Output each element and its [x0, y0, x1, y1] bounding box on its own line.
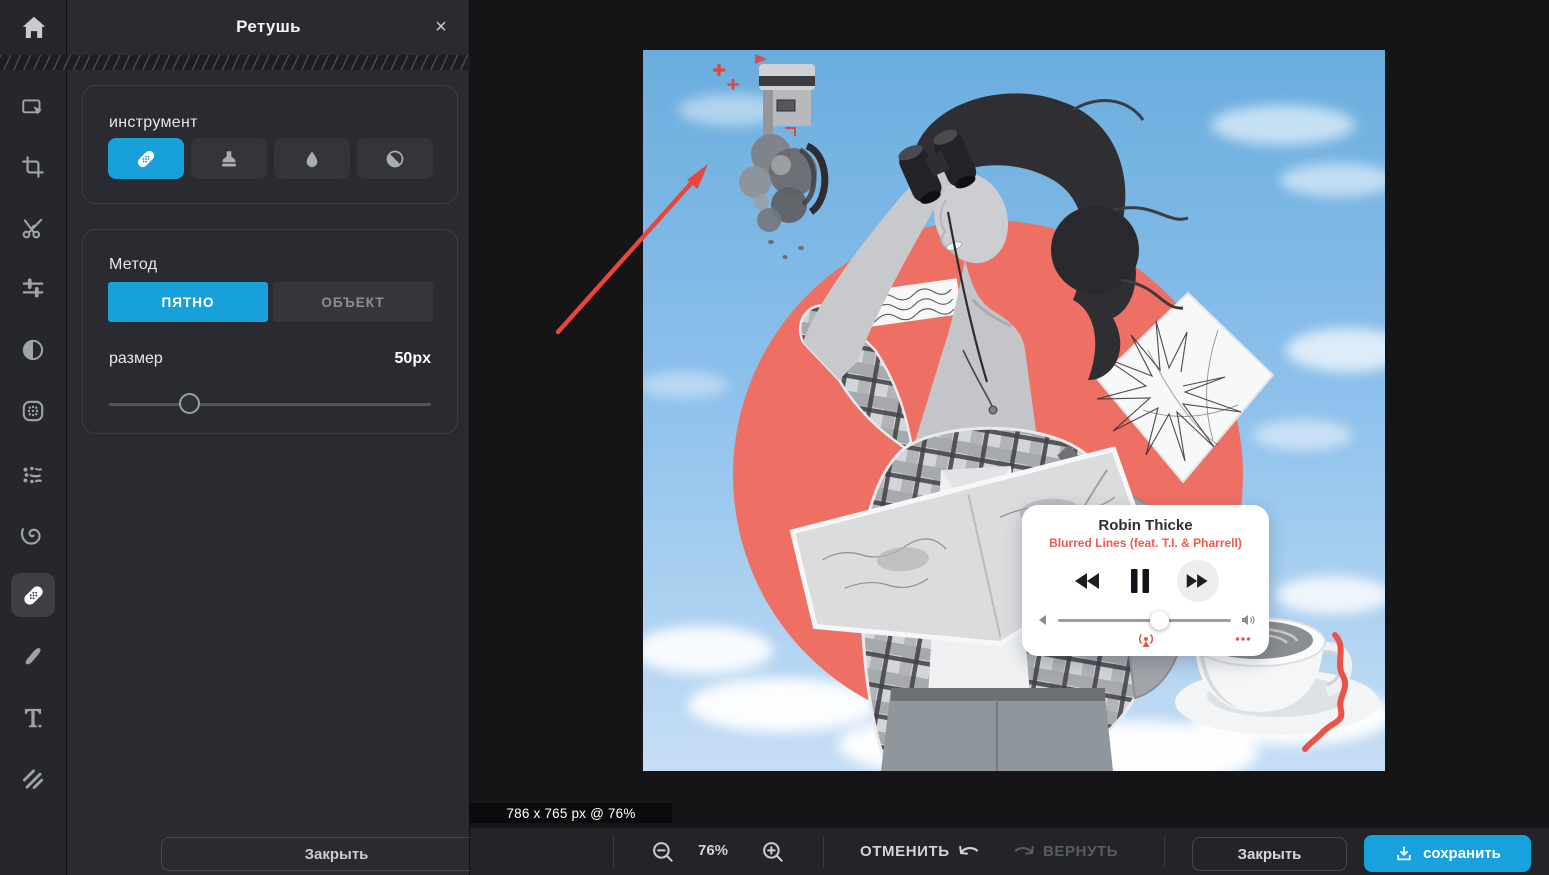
select-icon — [20, 95, 46, 121]
close-editor-button[interactable]: Закрыть — [1192, 837, 1347, 871]
contrast-icon — [20, 337, 46, 363]
tool-dodge-button[interactable] — [357, 138, 433, 179]
player-track: Blurred Lines (feat. T.I. & Pharrell) — [1022, 536, 1269, 550]
panel-header: Ретушь × — [67, 0, 470, 55]
panel-close-action-button[interactable]: Закрыть — [161, 837, 512, 871]
photo-editor-app: Robin Thicke Blurred Lines (feat. T.I. &… — [0, 0, 1549, 875]
zoom-level: 76% — [698, 842, 728, 859]
cut-icon — [20, 215, 46, 241]
volume-thumb[interactable] — [1150, 611, 1169, 630]
slider-thumb[interactable] — [179, 393, 200, 414]
crop-icon — [20, 154, 46, 180]
swirl-icon — [20, 522, 46, 548]
drop-icon — [301, 148, 323, 170]
undo-label: ОТМЕНИТЬ — [860, 843, 950, 860]
bandaid-icon — [134, 147, 158, 171]
redo-icon — [1012, 841, 1036, 861]
method-tab-spot[interactable]: ПЯТНО — [108, 282, 268, 322]
brush-icon — [20, 642, 46, 668]
panel-title: Ретушь — [67, 17, 470, 37]
adjust-icon — [20, 275, 46, 301]
size-slider[interactable] — [109, 393, 431, 415]
download-icon — [1394, 844, 1414, 864]
pause-button[interactable] — [1129, 568, 1151, 594]
sidebar-item-adjust[interactable] — [11, 266, 55, 310]
undo-icon — [957, 841, 981, 861]
noise-icon — [20, 398, 46, 424]
disperse-icon — [20, 462, 46, 488]
close-icon: × — [435, 16, 447, 38]
sidebar-item-cut[interactable] — [11, 206, 55, 250]
panel-close-button[interactable]: × — [428, 14, 454, 40]
size-value: 50px — [395, 350, 431, 368]
stamp-icon — [218, 148, 240, 170]
rewind-button[interactable] — [1073, 571, 1103, 591]
size-label: размер — [109, 350, 163, 368]
tool-drop-button[interactable] — [274, 138, 350, 179]
bottom-toolbar: 76% ОТМЕНИТЬ ВЕРНУТЬ Закрыть сохранить — [470, 828, 1549, 875]
zoom-out-icon — [650, 839, 676, 865]
tool-card: инструмент — [82, 85, 458, 204]
redo-button[interactable]: ВЕРНУТЬ — [1012, 841, 1118, 861]
zoom-in-icon — [760, 839, 786, 865]
method-section-label: Метод — [109, 256, 157, 274]
undo-button[interactable]: ОТМЕНИТЬ — [860, 841, 981, 861]
tool-stamp-button[interactable] — [191, 138, 267, 179]
tool-section-label: инструмент — [109, 114, 198, 132]
sidebar-item-select[interactable] — [11, 86, 55, 130]
volume-min-icon — [1036, 614, 1048, 626]
save-button[interactable]: сохранить — [1364, 835, 1531, 872]
tool-rail — [0, 0, 67, 875]
canvas-size-status: 786 x 765 px @ 76% — [470, 803, 672, 823]
sidebar-item-brush[interactable] — [11, 633, 55, 677]
sidebar-item-contrast[interactable] — [11, 328, 55, 372]
text-icon — [20, 704, 46, 730]
player-menu-icon[interactable] — [1235, 636, 1251, 642]
retouch-panel: Ретушь × инструмент — [67, 0, 470, 875]
sidebar-item-pattern[interactable] — [11, 757, 55, 801]
dodge-icon — [384, 148, 406, 170]
home-button[interactable] — [0, 0, 67, 55]
tool-bandaid-button[interactable] — [108, 138, 184, 179]
volume-max-icon — [1241, 613, 1255, 627]
method-card: Метод ПЯТНО ОБЪЕКТ размер 50px — [82, 229, 458, 434]
forward-button[interactable] — [1177, 560, 1219, 602]
volume-slider[interactable] — [1036, 611, 1255, 629]
method-tab-object[interactable]: ОБЪЕКТ — [273, 282, 433, 322]
airplay-icon[interactable] — [1137, 631, 1155, 649]
slider-track[interactable] — [109, 403, 431, 406]
music-player-widget: Robin Thicke Blurred Lines (feat. T.I. &… — [1022, 505, 1269, 656]
redo-label: ВЕРНУТЬ — [1043, 843, 1118, 860]
sidebar-item-disperse[interactable] — [11, 453, 55, 497]
sidebar-item-retouch[interactable] — [11, 573, 55, 617]
canvas-image[interactable] — [643, 50, 1385, 771]
sidebar-item-noise[interactable] — [11, 389, 55, 433]
zoom-in-button[interactable] — [760, 839, 786, 865]
save-label: сохранить — [1423, 845, 1501, 862]
pattern-icon — [20, 766, 46, 792]
zoom-out-button[interactable] — [650, 839, 676, 865]
home-icon — [19, 13, 49, 43]
sidebar-item-swirl[interactable] — [11, 513, 55, 557]
sidebar-item-crop[interactable] — [11, 145, 55, 189]
panel-hatch-divider — [0, 55, 470, 70]
retouch-icon — [20, 582, 47, 609]
player-artist: Robin Thicke — [1022, 517, 1269, 534]
sidebar-item-text[interactable] — [11, 695, 55, 739]
